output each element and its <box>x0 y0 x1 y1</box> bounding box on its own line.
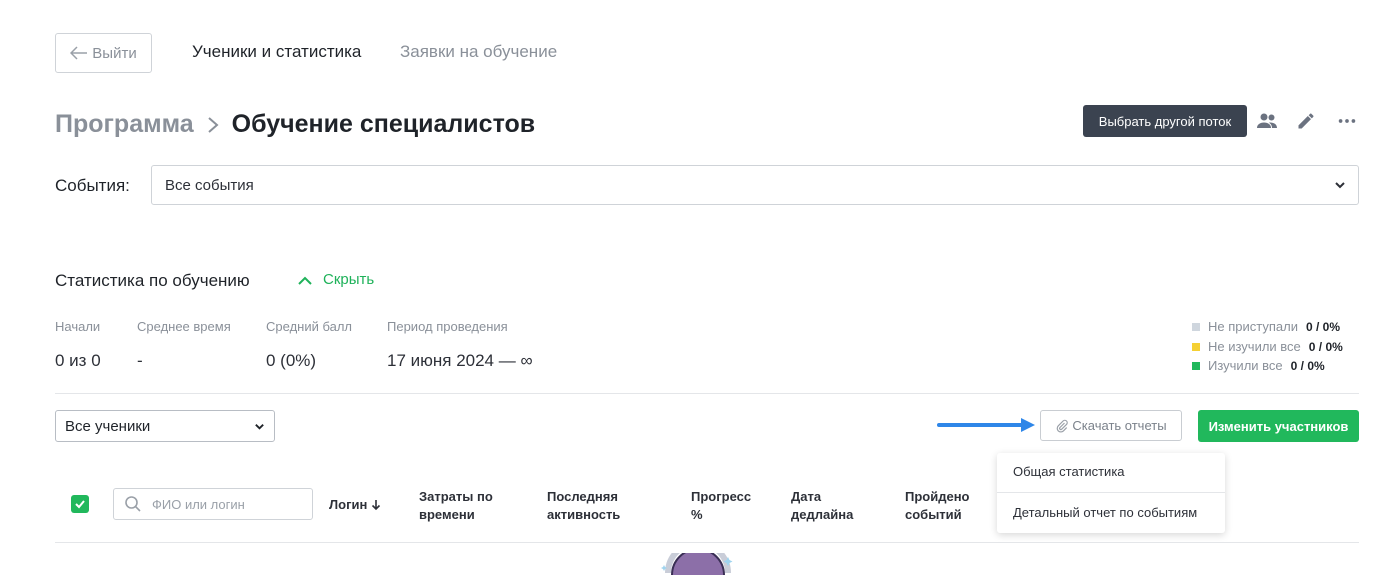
download-reports-button[interactable]: Скачать отчеты <box>1040 410 1182 441</box>
column-last-activity[interactable]: Последняя активность <box>547 488 620 524</box>
search-box <box>113 488 313 520</box>
tab-training-requests[interactable]: Заявки на обучение <box>400 42 557 62</box>
column-login-label: Логин <box>329 497 368 512</box>
download-reports-menu: Общая статистика Детальный отчет по собы… <box>997 453 1225 533</box>
legend-value: 0 / 0% <box>1308 339 1343 354</box>
column-progress[interactable]: Прогресс % <box>691 488 751 524</box>
breadcrumb-parent[interactable]: Программа <box>55 110 194 139</box>
chevron-right-icon <box>208 116 219 133</box>
choose-stream-button[interactable]: Выбрать другой поток <box>1083 105 1247 137</box>
legend-completed: Изучили все 0 / 0% <box>1192 358 1325 373</box>
page-title: Обучение специалистов <box>231 110 536 138</box>
stat-avg-time-label: Среднее время <box>137 319 231 334</box>
section-divider <box>55 393 1359 394</box>
students-filter-value: Все ученики <box>65 417 151 435</box>
stat-period-value: 17 июня 2024 — ∞ <box>387 351 533 370</box>
stat-period-label: Период проведения <box>387 319 508 334</box>
stat-avg-score-label: Средний балл <box>266 319 353 334</box>
column-events-completed[interactable]: Пройдено событий <box>905 488 970 524</box>
arrow-right-icon <box>937 418 1035 432</box>
events-select[interactable]: Все события <box>151 165 1359 205</box>
stat-avg-time-value: - <box>137 351 143 370</box>
legend-swatch <box>1192 342 1200 351</box>
chevron-down-icon <box>1335 182 1345 189</box>
legend-value: 0 / 0% <box>1305 319 1341 334</box>
users-icon[interactable] <box>1254 108 1280 134</box>
legend-swatch <box>1192 322 1200 331</box>
menu-item-detailed-report[interactable]: Детальный отчет по событиям <box>1013 505 1197 520</box>
events-label: События: <box>55 176 130 195</box>
back-button[interactable]: Выйти <box>55 33 152 73</box>
legend-swatch <box>1192 361 1200 370</box>
sort-down-icon <box>372 500 381 511</box>
edit-icon[interactable] <box>1293 108 1319 134</box>
menu-divider <box>997 492 1225 493</box>
events-select-value: Все события <box>165 176 254 194</box>
stat-started-value: 0 из 0 <box>55 351 101 370</box>
chevron-down-icon <box>255 424 264 430</box>
column-login[interactable]: Логин <box>329 496 381 514</box>
legend-label: Не приступали <box>1208 319 1298 334</box>
hide-stats-toggle[interactable]: Скрыть <box>297 271 374 288</box>
back-button-label: Выйти <box>92 44 137 62</box>
search-input[interactable] <box>152 496 292 512</box>
students-filter-select[interactable]: Все ученики <box>55 410 275 442</box>
empty-state-illustration <box>661 553 733 575</box>
menu-item-general-stats[interactable]: Общая статистика <box>1013 464 1125 479</box>
checkmark-icon <box>75 500 85 509</box>
download-reports-label: Скачать отчеты <box>1072 418 1167 433</box>
breadcrumb: Программа Обучение специалистов <box>55 110 535 139</box>
more-icon[interactable] <box>1334 108 1360 134</box>
tab-students-stats[interactable]: Ученики и статистика <box>192 42 361 62</box>
arrow-left-icon <box>70 46 88 60</box>
paperclip-icon <box>1057 419 1069 433</box>
stat-started-label: Начали <box>55 319 101 334</box>
hide-stats-label: Скрыть <box>323 271 375 288</box>
column-deadline[interactable]: Дата дедлайна <box>791 488 853 524</box>
chevron-up-icon <box>298 276 312 285</box>
legend-label: Изучили все <box>1208 358 1283 373</box>
table-divider <box>55 542 1359 543</box>
legend-value: 0 / 0% <box>1290 358 1325 373</box>
stat-avg-score-value: 0 (0%) <box>266 351 317 370</box>
change-participants-button[interactable]: Изменить участников <box>1198 410 1359 442</box>
stats-title: Статистика по обучению <box>55 271 250 290</box>
legend-not-started: Не приступали 0 / 0% <box>1192 319 1340 334</box>
select-all-checkbox[interactable] <box>71 495 89 513</box>
legend-not-completed: Не изучили все 0 / 0% <box>1192 339 1343 354</box>
search-icon <box>125 496 141 512</box>
column-time-spent[interactable]: Затраты по времени <box>419 488 493 524</box>
legend-label: Не изучили все <box>1208 339 1301 354</box>
